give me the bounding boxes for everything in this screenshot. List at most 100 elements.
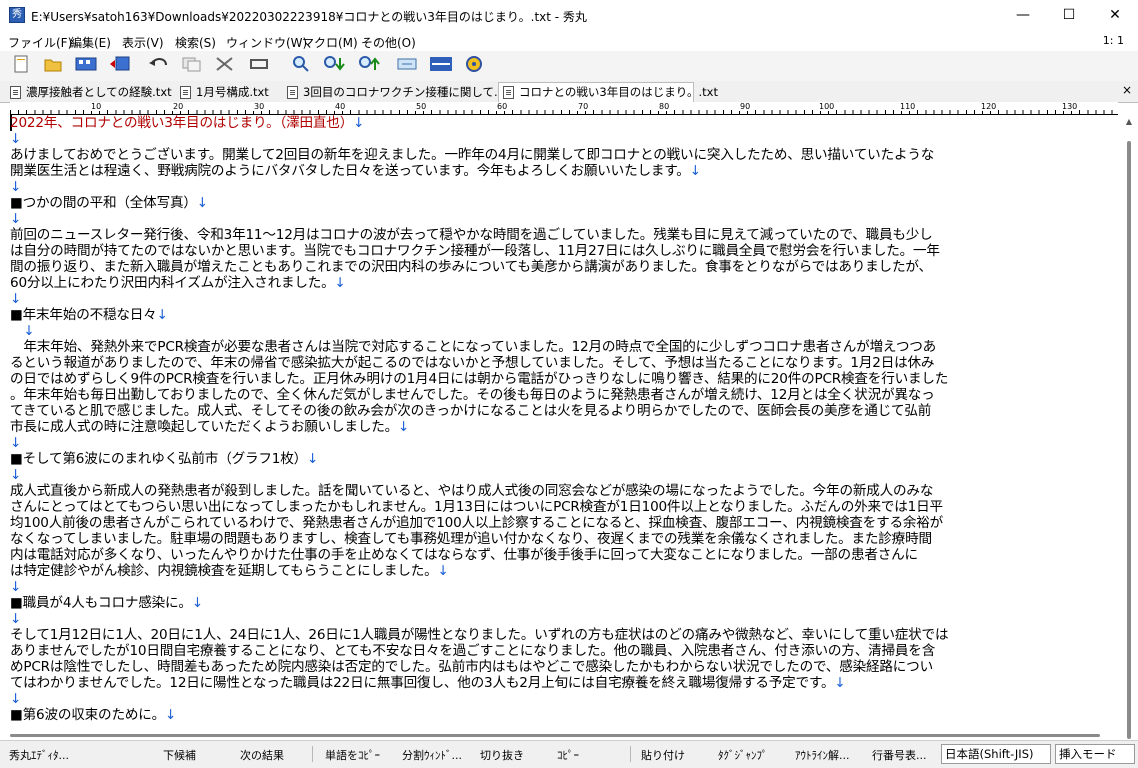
status-app-name[interactable]: 秀丸ｴﾃﾞｨﾀ...	[9, 747, 69, 763]
horizontal-scroll-thumb[interactable]	[10, 734, 1100, 737]
minimize-button[interactable]: —	[1000, 0, 1046, 31]
text-line[interactable]: ↓	[10, 291, 1118, 307]
text-line[interactable]: ■そして第6波にのまれゆく弘前市（グラフ1枚）↓	[10, 451, 1118, 467]
text-line[interactable]: 間の振り返り、また新入職員が増えたこともありこれまでの沢田内科の歩みについても美…	[10, 259, 1118, 275]
text-line[interactable]: ↓	[10, 467, 1118, 483]
status-encoding[interactable]: 日本語(Shift-JIS)	[941, 744, 1051, 764]
menu-other[interactable]: その他(O)	[361, 34, 416, 51]
text-line[interactable]: 前回のニュースレター発行後、令和3年11～12月はコロナの波が去って穏やかな時間…	[10, 227, 1118, 243]
undo-icon[interactable]	[148, 55, 170, 77]
title-bar: 秀 E:¥Users¥satoh163¥Downloads¥2022030222…	[0, 0, 1138, 31]
text-line[interactable]: ■年末年始の不穏な日々↓	[10, 307, 1118, 323]
menu-file[interactable]: ファイル(F)	[8, 34, 72, 51]
menu-macro[interactable]: マクロ(M)	[302, 34, 358, 51]
maximize-button[interactable]: ☐	[1046, 0, 1092, 31]
status-outline[interactable]: ｱｳﾄﾗｲﾝ解...	[795, 747, 850, 763]
horizontal-scrollbar[interactable]	[0, 731, 1120, 740]
text-line[interactable]: るという報道がありましたので、年末の帰省で感染拡大が起こるのではないかと予想して…	[10, 355, 1118, 371]
tab-close-icon[interactable]: ×	[1122, 83, 1132, 97]
status-next-result[interactable]: 次の結果	[240, 747, 284, 763]
document-heading-line[interactable]: 2022年、コロナとの戦い3年目のはじまり。（澤田直也）↓	[10, 115, 1118, 131]
text-line[interactable]: 内は電話対応が多くなり、いったんやりかけた仕事の手を止めなくてはならなず、仕事が…	[10, 547, 1118, 563]
open-folder-icon[interactable]	[42, 55, 64, 77]
save-as-icon[interactable]	[109, 55, 131, 77]
vertical-scroll-thumb[interactable]	[1127, 141, 1131, 739]
line-text	[10, 323, 23, 339]
scroll-up-icon[interactable]: ▲	[1124, 117, 1134, 126]
text-line[interactable]: 成人式直後から新成人の発熱患者が殺到しました。話を聞いていると、やはり成人式後の…	[10, 483, 1118, 499]
vertical-scrollbar[interactable]: ▲	[1120, 115, 1138, 740]
text-line[interactable]: 。年末年始も毎日出勤しておりましたので、全く休んだ気がしませんでした。その後も毎…	[10, 387, 1118, 403]
status-insert-mode[interactable]: 挿入モード	[1055, 744, 1135, 764]
menu-window[interactable]: ウィンドウ(W)	[226, 34, 307, 51]
hidemaru-app-icon[interactable]: 秀	[9, 7, 25, 23]
text-line[interactable]: ↓	[10, 579, 1118, 595]
text-line[interactable]: ↓	[10, 179, 1118, 195]
text-line[interactable]: ■第6波の収束のために。↓	[10, 707, 1118, 723]
search-next-icon[interactable]	[323, 55, 345, 77]
new-file-icon[interactable]	[10, 55, 32, 77]
text-line[interactable]: ↓	[10, 435, 1118, 451]
text-line[interactable]: 年末年始、発熱外来でPCR検査が必要な患者さんは当院で対応することになっていまし…	[10, 339, 1118, 355]
line-text: 前回のニュースレター発行後、令和3年11～12月はコロナの波が去って穏やかな時間…	[10, 227, 933, 243]
text-line[interactable]: ■つかの間の平和（全体写真）↓	[10, 195, 1118, 211]
search-prev-icon[interactable]	[358, 55, 380, 77]
tag-jump-icon[interactable]	[396, 55, 418, 77]
text-file-icon	[287, 86, 298, 99]
text-line[interactable]: ↓	[10, 131, 1118, 147]
search-icon[interactable]	[290, 55, 312, 77]
status-line-number[interactable]: 行番号表...	[872, 747, 927, 763]
text-line[interactable]: 均100人前後の患者さんがこられているわけで、発熱患者さんが追加で100人以上診…	[10, 515, 1118, 531]
newline-mark-icon: ↓	[23, 323, 35, 339]
tab-corona-third-year[interactable]: コロナとの戦い3年目のはじまり。.txt	[498, 82, 718, 102]
copy-icon[interactable]	[181, 55, 203, 77]
text-line[interactable]: 60分以上にわたり沢田内科イズムが注入されました。↓	[10, 275, 1118, 291]
text-line[interactable]: ↓	[10, 323, 1118, 339]
text-line[interactable]: ↓	[10, 211, 1118, 227]
ruler-mark: 120	[980, 102, 998, 111]
status-tag-jump[interactable]: ﾀｸﾞｼﾞｬﾝﾌﾟ	[718, 747, 768, 763]
text-line[interactable]: てはわかりませんでした。12日に陽性となった職員は22日に無事回復し、他の3人も…	[10, 675, 1118, 691]
text-line[interactable]: ↓	[10, 611, 1118, 627]
text-line[interactable]: ■職員が4人もコロナ感染に。↓	[10, 595, 1118, 611]
line-text: 間の振り返り、また新入職員が増えたこともありこれまでの沢田内科の歩みについても美…	[10, 259, 932, 275]
text-line[interactable]: ありませんでしたが10日間自宅療養することになり、とても不安な日々を過ごすことに…	[10, 643, 1118, 659]
status-cut[interactable]: 切り抜き	[480, 747, 524, 763]
menu-view[interactable]: 表示(V)	[122, 34, 164, 51]
text-line[interactable]: ↓	[10, 691, 1118, 707]
text-line[interactable]: は特定健診やがん検診、内視鏡検査を延期してもらうことにしました。↓	[10, 563, 1118, 579]
paste-icon[interactable]	[248, 55, 270, 77]
menu-search[interactable]: 検索(S)	[175, 34, 216, 51]
menu-edit[interactable]: 編集(E)	[70, 34, 111, 51]
status-copy[interactable]: ｺﾋﾟｰ	[557, 747, 579, 763]
line-text: 開業医生活とは程遠く、野戦病院のようにバタバタした日々を送っています。今年もよろ…	[10, 163, 690, 179]
line-text: 市長に成人式の時に注意喚起していただくようお願いしました。	[10, 419, 399, 435]
line-text: てはわかりませんでした。12日に陽性となった職員は22日に無事回復し、他の3人も…	[10, 675, 835, 691]
text-line[interactable]: なくなってしまいました。駐車場の問題もありますし、検査しても事務処理が追い付かな…	[10, 531, 1118, 547]
text-line[interactable]: あけましておめでとうございます。開業して2回目の新年を迎えました。一昨年の4月に…	[10, 147, 1118, 163]
close-button[interactable]: ✕	[1092, 0, 1138, 31]
tab-third-vaccine[interactable]: 3回目のコロナワクチン接種に関して.txt	[283, 83, 513, 101]
text-line[interactable]: の日ではめずらしく9件のPCR検査を行いました。正月休み明けの1月4日には朝から…	[10, 371, 1118, 387]
newline-mark-icon: ↓	[353, 115, 365, 131]
text-line[interactable]: は自分の時間が持てたのではないかと思います。当院でもコロナワクチン接種が一段落し…	[10, 243, 1118, 259]
status-paste[interactable]: 貼り付け	[641, 747, 685, 763]
status-next-candidate[interactable]: 下候補	[163, 747, 196, 763]
text-line[interactable]: そして1月12日に1人、20日に1人、24日に1人、26日に1人職員が陽性となり…	[10, 627, 1118, 643]
text-line[interactable]: 市長に成人式の時に注意喚起していただくようお願いしました。↓	[10, 419, 1118, 435]
cut-icon[interactable]	[214, 55, 236, 77]
text-line[interactable]: さんにとってはとてもつらい思い出になってしまったかもしれません。1月13日にはつ…	[10, 499, 1118, 515]
split-window-icon[interactable]	[429, 55, 452, 77]
status-split-window[interactable]: 分割ｳｨﾝﾄﾞ...	[402, 747, 462, 763]
tab-january-issue[interactable]: 1月号構成.txt	[176, 83, 282, 101]
text-line[interactable]: てきていると肌で感じました。成人式、そしてその後の飲み会が次のきっかけになること…	[10, 403, 1118, 419]
text-line[interactable]: 開業医生活とは程遠く、野戦病院のようにバタバタした日々を送っています。今年もよろ…	[10, 163, 1118, 179]
save-all-icon[interactable]	[75, 55, 97, 77]
text-editor-area[interactable]: 2022年、コロナとの戦い3年目のはじまり。（澤田直也）↓ ↓ あけましておめでとう…	[0, 115, 1120, 740]
line-text: ■そして第6波にのまれゆく弘前市（グラフ1枚）	[10, 451, 308, 467]
macro-icon[interactable]	[463, 55, 485, 77]
status-copy-word[interactable]: 単語をｺﾋﾟｰ	[325, 747, 380, 763]
tab-close-contact[interactable]: 濃厚接触者としての経験.txt	[6, 83, 176, 101]
document-text[interactable]: 2022年、コロナとの戦い3年目のはじまり。（澤田直也）↓ ↓ あけましておめでとう…	[10, 115, 1118, 723]
text-line[interactable]: めPCRは陰性でしたし、時間差もあったため院内感染は否定的でした。弘前市内はもは…	[10, 659, 1118, 675]
